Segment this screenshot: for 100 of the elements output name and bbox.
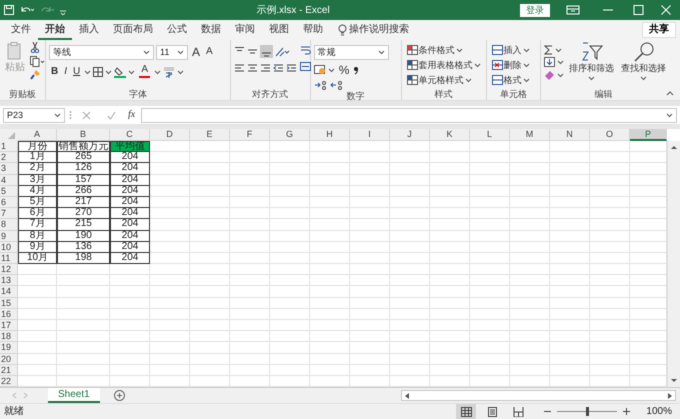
scroll-right-icon[interactable] (667, 392, 673, 399)
maximize-icon[interactable] (632, 5, 644, 15)
row-header[interactable]: 14 (0, 286, 18, 298)
caret-icon[interactable] (378, 49, 385, 55)
conditional-formatting-button[interactable]: 条件格式 (404, 42, 483, 57)
caret-icon[interactable] (54, 112, 61, 118)
row-header[interactable]: 7 (0, 208, 18, 220)
caret-icon[interactable] (143, 49, 150, 55)
fill-color-icon[interactable] (114, 66, 126, 78)
caret-icon[interactable] (522, 46, 530, 52)
scroll-left-icon[interactable] (404, 392, 410, 399)
caret-icon[interactable] (154, 69, 162, 75)
text-orientation-icon[interactable] (274, 46, 291, 56)
currency-icon[interactable] (314, 64, 326, 75)
row-header[interactable]: 2 (0, 152, 18, 164)
bold-button[interactable]: B (49, 64, 60, 80)
row-header[interactable]: 3 (0, 163, 18, 175)
caret-icon[interactable] (456, 46, 463, 52)
italic-button[interactable]: I (62, 64, 70, 80)
caret-icon[interactable] (177, 49, 184, 55)
comma-style-icon[interactable] (353, 64, 360, 75)
phonetic-guide-icon[interactable] (163, 66, 176, 78)
ribbon-tab[interactable]: 帮助 (296, 20, 330, 40)
row-header[interactable]: 4 (0, 174, 18, 186)
copy-icon[interactable] (30, 56, 46, 66)
share-button[interactable]: 共享 (642, 22, 676, 38)
grow-font-button[interactable]: A (190, 44, 202, 60)
column-header[interactable]: G (270, 129, 310, 141)
number-format-field[interactable]: 常规 (314, 44, 389, 60)
merge-cells-icon[interactable] (300, 60, 311, 72)
sort-filter-button[interactable]: 排序和筛选 (567, 42, 616, 87)
row-header[interactable]: 5 (0, 186, 18, 197)
row-header[interactable]: 13 (0, 275, 18, 286)
borders-icon[interactable] (93, 67, 104, 77)
increase-indent-icon[interactable] (286, 62, 297, 74)
row-header[interactable]: 20 (0, 354, 18, 365)
caret-icon[interactable] (128, 69, 136, 75)
caret-icon[interactable] (177, 69, 184, 75)
column-header[interactable]: L (470, 129, 510, 141)
row-header[interactable]: 1 (0, 141, 18, 152)
column-header[interactable]: H (310, 129, 350, 141)
row-header[interactable]: 10 (0, 242, 18, 253)
column-header[interactable]: B (57, 129, 110, 141)
caret-icon[interactable] (522, 76, 530, 82)
caret-icon[interactable] (84, 69, 92, 75)
zoom-thumb[interactable] (586, 407, 589, 416)
ribbon-tab[interactable]: 审阅 (228, 20, 262, 40)
sign-in-button[interactable]: 登录 (520, 4, 550, 16)
ribbon-tab[interactable]: 页面布局 (106, 20, 160, 40)
zoom-percentage[interactable]: 100% (646, 404, 672, 419)
column-header[interactable]: M (510, 129, 550, 141)
row-header[interactable]: 6 (0, 196, 18, 208)
cell-styles-button[interactable]: 单元格样式 (404, 72, 483, 87)
ribbon-tab[interactable]: 视图 (262, 20, 296, 40)
font-name-field[interactable]: 等线 (49, 44, 154, 60)
row-header[interactable]: 21 (0, 364, 18, 376)
column-header[interactable]: J (390, 129, 430, 141)
vertical-scrollbar[interactable] (667, 141, 680, 388)
scroll-up-icon[interactable] (670, 144, 678, 150)
caret-icon[interactable] (105, 69, 112, 75)
row-header[interactable]: 22 (0, 376, 18, 388)
row-header[interactable]: 8 (0, 219, 18, 230)
row-header[interactable]: 12 (0, 264, 18, 276)
decrease-decimal-icon[interactable] (330, 80, 344, 90)
shrink-font-button[interactable]: A (204, 44, 215, 60)
column-header[interactable]: N (550, 129, 590, 141)
column-header[interactable]: O (590, 129, 630, 141)
insert-cells-button[interactable]: 插入 (490, 42, 532, 57)
scroll-down-icon[interactable] (670, 378, 678, 384)
column-header[interactable]: P (630, 129, 667, 141)
tell-me-search[interactable]: 操作说明搜索 (347, 22, 411, 38)
row-header[interactable]: 9 (0, 230, 18, 242)
eraser-icon[interactable] (544, 70, 555, 80)
row-header[interactable]: 19 (0, 342, 18, 354)
insert-function-button[interactable]: fx (126, 108, 138, 122)
percent-button[interactable]: % (336, 62, 352, 77)
paintbrush-icon[interactable] (30, 69, 41, 80)
ribbon-tab[interactable]: 公式 (160, 20, 194, 40)
caret-icon[interactable] (474, 62, 481, 68)
delete-cells-button[interactable]: 删除 (490, 57, 532, 72)
increase-decimal-icon[interactable] (314, 80, 328, 90)
column-header[interactable]: A (18, 129, 57, 141)
formula-input[interactable] (141, 108, 677, 122)
wrap-text-icon[interactable] (300, 44, 311, 56)
collapse-ribbon-icon[interactable] (666, 90, 674, 96)
add-sheet-icon[interactable] (114, 390, 125, 402)
format-as-table-button[interactable]: 套用表格格式 (404, 57, 483, 72)
caret-icon[interactable] (328, 66, 335, 72)
underline-button[interactable]: U (71, 64, 82, 80)
find-select-button[interactable]: 查找和选择 (619, 42, 668, 87)
row-header[interactable]: 17 (0, 320, 18, 332)
normal-view-button[interactable] (456, 404, 476, 419)
caret-icon[interactable] (522, 62, 530, 68)
sum-icon[interactable] (544, 44, 553, 54)
row-header[interactable]: 18 (0, 331, 18, 342)
close-icon[interactable] (660, 5, 672, 15)
row-header[interactable]: 16 (0, 308, 18, 320)
align-left-icon[interactable] (234, 62, 245, 74)
decrease-indent-icon[interactable] (272, 62, 284, 74)
ribbon-tab[interactable]: 数据 (194, 20, 228, 40)
